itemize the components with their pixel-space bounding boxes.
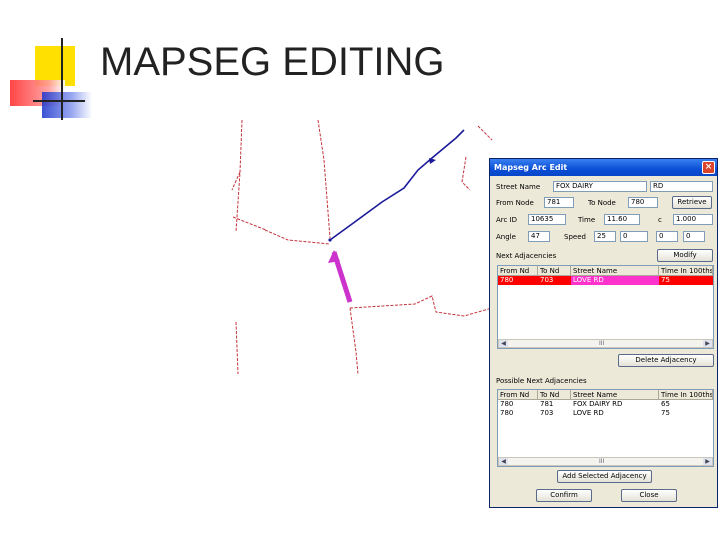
route-arrow-icon <box>429 158 436 164</box>
road-segment <box>349 307 359 375</box>
scroll-right-icon[interactable]: ▶ <box>703 340 712 347</box>
close-icon[interactable]: × <box>702 161 715 174</box>
scroll-left-icon[interactable]: ◀ <box>499 340 508 347</box>
from-node-field[interactable]: 781 <box>544 197 574 208</box>
cell-street-name: FOX DAIRY RD <box>573 400 623 408</box>
next-adjacencies-grid[interactable]: From Nd To Nd Street Name Time In 100ths… <box>497 265 714 349</box>
cell-time: 75 <box>661 409 670 417</box>
cell-street-name: LOVE RD <box>573 409 604 417</box>
arc-id-field[interactable]: 10635 <box>528 214 566 225</box>
cell-from-node: 780 <box>500 276 514 284</box>
dialog-titlebar: Mapseg Arc Edit × <box>490 159 717 176</box>
road-segment <box>461 156 471 191</box>
grid-header: From Nd To Nd Street Name Time In 100ths <box>498 390 713 400</box>
title-decoration-blue <box>42 92 92 118</box>
angle-label: Angle <box>496 233 516 241</box>
time-label: Time <box>578 216 596 224</box>
cell-to-node: 781 <box>540 400 554 408</box>
selected-arc-arrow-icon <box>328 250 340 263</box>
scroll-thumb[interactable]: III <box>599 458 604 465</box>
column-header[interactable]: From Nd <box>498 390 538 399</box>
cell-time: 65 <box>661 400 670 408</box>
cell-to-node: 703 <box>540 409 554 417</box>
confirm-button[interactable]: Confirm <box>536 489 592 502</box>
street-name-field[interactable]: FOX DAIRY <box>553 181 647 192</box>
speed-field[interactable]: 25 <box>594 231 616 242</box>
title-decoration-hline <box>33 100 85 102</box>
column-header[interactable]: Time In 100ths <box>659 390 713 399</box>
from-node-label: From Node <box>496 199 534 207</box>
road-segment <box>235 321 239 375</box>
angle-field[interactable]: 47 <box>528 231 550 242</box>
extra-field-2[interactable]: 0 <box>683 231 705 242</box>
road-network <box>231 119 493 375</box>
possible-adjacencies-grid[interactable]: From Nd To Nd Street Name Time In 100ths… <box>497 389 714 467</box>
extra-field-1[interactable]: 0 <box>656 231 678 242</box>
table-row[interactable]: 780 703 LOVE RD 75 <box>498 276 713 285</box>
road-segment <box>264 229 331 245</box>
grid-header: From Nd To Nd Street Name Time In 100ths <box>498 266 713 276</box>
road-segment <box>231 171 241 191</box>
road-segment <box>317 119 331 239</box>
horizontal-scrollbar[interactable]: ◀ III ▶ <box>498 457 713 466</box>
dialog-title: Mapseg Arc Edit <box>494 163 568 172</box>
road-segment <box>235 119 243 233</box>
next-adjacencies-label: Next Adjacencies <box>496 252 557 260</box>
to-node-field[interactable]: 780 <box>628 197 658 208</box>
to-node-label: To Node <box>588 199 616 207</box>
cell-from-node: 780 <box>500 400 514 408</box>
table-row[interactable]: 780 781 FOX DAIRY RD 65 <box>498 400 713 409</box>
speed-unit-field[interactable]: 0 <box>620 231 648 242</box>
modify-button[interactable]: Modify <box>657 249 713 262</box>
selected-arc[interactable] <box>328 250 353 303</box>
road-segment <box>232 216 267 231</box>
arc-id-label: Arc ID <box>496 216 518 224</box>
speed-label: Speed <box>564 233 586 241</box>
scroll-left-icon[interactable]: ◀ <box>499 458 508 465</box>
title-decoration-vline <box>61 38 63 120</box>
close-button[interactable]: Close <box>621 489 677 502</box>
cell-to-node: 703 <box>540 276 554 284</box>
scroll-thumb[interactable]: III <box>599 340 604 347</box>
slide-title: MAPSEG EDITING <box>100 40 445 84</box>
c-field[interactable]: 1.000 <box>673 214 713 225</box>
column-header[interactable]: Time In 100ths <box>659 266 713 275</box>
cell-street-name: LOVE RD <box>571 276 659 285</box>
time-field[interactable]: 11.60 <box>604 214 640 225</box>
horizontal-scrollbar[interactable]: ◀ III ▶ <box>498 339 713 348</box>
street-name-label: Street Name <box>496 183 541 191</box>
add-selected-adjacency-button[interactable]: Add Selected Adjacency <box>557 470 652 483</box>
route-path <box>328 129 465 242</box>
possible-adjacencies-label: Possible Next Adjacencies <box>496 377 587 385</box>
table-row[interactable]: 780 703 LOVE RD 75 <box>498 409 713 418</box>
scroll-right-icon[interactable]: ▶ <box>703 458 712 465</box>
road-segment <box>477 125 493 141</box>
c-label: c <box>658 216 662 224</box>
delete-adjacency-button[interactable]: Delete Adjacency <box>618 354 714 367</box>
route-line <box>329 129 465 241</box>
column-header[interactable]: To Nd <box>538 266 571 275</box>
node-marker <box>328 238 332 242</box>
column-header[interactable]: Street Name <box>571 266 659 275</box>
column-header[interactable]: Street Name <box>571 390 659 399</box>
column-header[interactable]: From Nd <box>498 266 538 275</box>
mapseg-arc-edit-dialog: Mapseg Arc Edit × Street Name FOX DAIRY … <box>489 158 718 508</box>
retrieve-button[interactable]: Retrieve <box>672 196 712 209</box>
street-type-field[interactable]: RD <box>650 181 713 192</box>
road-segment <box>349 295 493 317</box>
cell-from-node: 780 <box>500 409 514 417</box>
cell-time: 75 <box>661 276 670 284</box>
column-header[interactable]: To Nd <box>538 390 571 399</box>
street-map[interactable] <box>230 112 500 382</box>
